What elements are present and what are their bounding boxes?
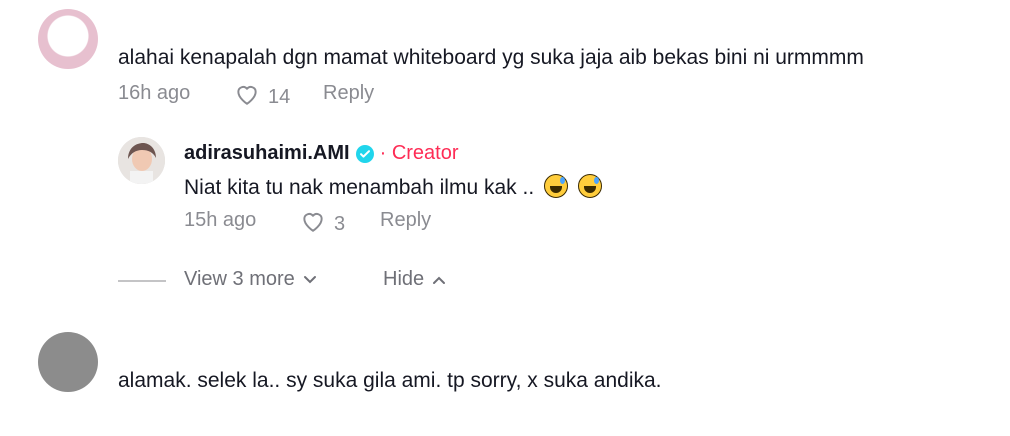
verified-badge-icon — [355, 144, 374, 163]
comment-meta: 16h ago — [118, 82, 190, 105]
username-obscured[interactable] — [118, 343, 188, 353]
chevron-down-icon — [303, 268, 317, 291]
comment-text: alahai kenapalah dgn mamat whiteboard yg… — [118, 46, 864, 69]
comment-time: 16h ago — [118, 82, 191, 104]
view-more-button[interactable]: View 3 more — [184, 268, 317, 291]
chevron-up-icon — [432, 268, 446, 291]
like-button[interactable]: 14 — [234, 82, 290, 112]
reply-username[interactable]: adirasuhaimi.AMI — [184, 142, 350, 165]
reply-reply-button[interactable]: Reply — [380, 209, 431, 232]
creator-avatar[interactable] — [118, 137, 165, 184]
sweat-smile-emoji-icon — [544, 174, 568, 198]
reply-button[interactable]: Reply — [323, 82, 374, 105]
comment-text: alamak. selek la.. sy suka gila ami. tp … — [118, 369, 662, 392]
reply-username-row: adirasuhaimi.AMI · Creator — [184, 142, 459, 165]
reply-text: Niat kita tu nak menambah ilmu kak .. — [184, 176, 535, 199]
username-obscured[interactable] — [118, 10, 268, 20]
comment-meta-partial — [118, 426, 378, 436]
thread-divider — [118, 280, 166, 282]
reply-text-row: Niat kita tu nak menambah ilmu kak .. — [184, 174, 602, 201]
heart-icon[interactable] — [300, 209, 326, 239]
creator-label: · Creator — [379, 142, 459, 164]
hide-label: Hide — [383, 268, 425, 290]
like-count: 14 — [268, 85, 291, 108]
view-more-label: View 3 more — [184, 268, 295, 290]
commenter-avatar[interactable] — [38, 9, 98, 69]
reply-time: 15h ago — [184, 209, 257, 231]
sweat-smile-emoji-icon — [577, 174, 602, 198]
reply-like-count: 3 — [334, 212, 346, 235]
commenter-avatar[interactable] — [38, 332, 98, 392]
heart-icon[interactable] — [234, 82, 260, 112]
hide-button[interactable]: Hide — [383, 268, 446, 291]
reply-like-button[interactable]: 3 — [300, 209, 345, 239]
reply-meta: 15h ago — [184, 209, 256, 232]
